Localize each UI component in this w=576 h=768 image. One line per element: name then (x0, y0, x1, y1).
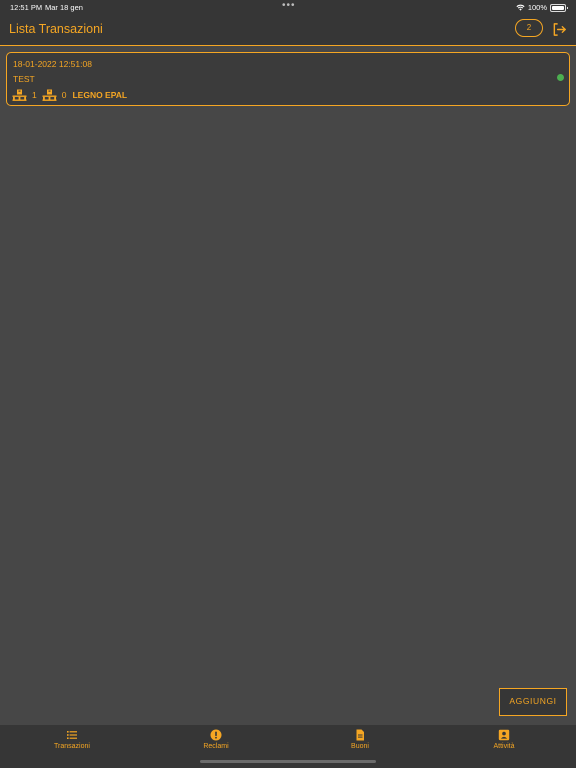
tab-label: Buoni (351, 743, 369, 750)
transaction-details: 1 0 LEGNO EPAL (12, 88, 127, 102)
list-icon (67, 731, 77, 739)
transaction-material: LEGNO EPAL (72, 90, 128, 100)
add-button[interactable]: AGGIUNGI (499, 688, 567, 716)
status-time: 12:51 PM (10, 3, 43, 12)
person-box-icon (498, 729, 510, 741)
logout-icon[interactable] (552, 22, 567, 37)
pallet-icon (12, 89, 27, 101)
transaction-name: TEST (13, 74, 35, 84)
tab-buoni[interactable]: Buoni (315, 729, 405, 750)
wifi-icon (516, 4, 525, 11)
battery-icon (550, 3, 568, 12)
home-indicator[interactable] (200, 760, 376, 763)
pending-count-badge[interactable]: 2 (515, 19, 543, 37)
page-title: Lista Transazioni (9, 22, 103, 36)
transaction-datetime: 18-01-2022 12:51:08 (13, 59, 92, 69)
pallet-icon (42, 89, 57, 101)
pallet-count-2: 0 (61, 90, 67, 100)
status-dot (557, 74, 564, 81)
pallet-count-1: 1 (32, 90, 37, 100)
tab-transazioni[interactable]: Transazioni (27, 729, 117, 750)
status-date: Mar 18 gen (45, 3, 83, 12)
status-right: 100% (516, 3, 568, 12)
battery-percent: 100% (527, 3, 547, 12)
alert-circle-icon (210, 729, 222, 741)
transaction-card[interactable]: 18-01-2022 12:51:08 TEST 1 0 LEGNO EPAL (6, 52, 570, 106)
document-icon (356, 729, 364, 741)
tab-reclami[interactable]: Reclami (171, 729, 261, 750)
tab-label: Attività (493, 743, 515, 750)
multitasking-dots[interactable]: ••• (282, 0, 296, 11)
status-bar: 12:51 PM Mar 18 gen ••• 100% (0, 0, 576, 14)
tab-label: Reclami (203, 743, 229, 750)
nav-bar: Lista Transazioni 2 (0, 14, 576, 46)
tab-attivita[interactable]: Attività (459, 729, 549, 750)
tab-label: Transazioni (54, 743, 90, 750)
